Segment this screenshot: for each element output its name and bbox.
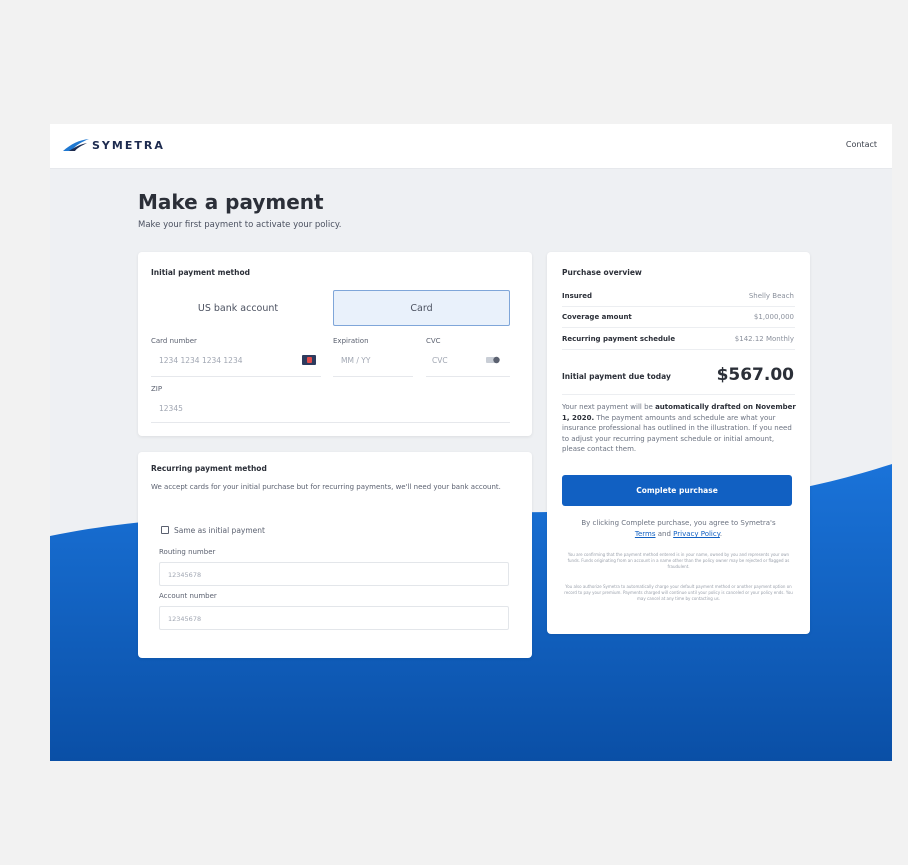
- initial-payment-title: Initial payment method: [151, 268, 250, 277]
- agreement-text: By clicking Complete purchase, you agree…: [562, 518, 795, 540]
- recurring-schedule-value: $142.12 Monthly: [734, 335, 794, 343]
- account-number-input[interactable]: 12345678: [159, 606, 509, 630]
- expiration-underline: [333, 376, 413, 377]
- expiration-input[interactable]: MM / YY: [341, 356, 370, 365]
- symetra-swoosh-icon: [63, 139, 89, 151]
- symetra-logo[interactable]: SYMETRA: [63, 138, 165, 152]
- routing-number-placeholder: 12345678: [168, 571, 202, 579]
- insured-value: Shelly Beach: [748, 292, 794, 300]
- contact-link[interactable]: Contact: [846, 140, 877, 149]
- routing-number-input[interactable]: 12345678: [159, 562, 509, 586]
- agree-suffix: .: [719, 530, 723, 538]
- recurring-payment-title: Recurring payment method: [151, 464, 267, 473]
- page-title: Make a payment: [138, 190, 324, 214]
- zip-label: ZIP: [151, 385, 163, 393]
- tab-us-bank-account[interactable]: US bank account: [148, 290, 328, 326]
- routing-number-label: Routing number: [159, 548, 216, 556]
- card-number-label: Card number: [151, 337, 197, 345]
- zip-input[interactable]: 12345: [159, 404, 183, 413]
- note-prefix: Your next payment will be: [562, 403, 656, 411]
- agree-and: and: [657, 530, 671, 538]
- coverage-amount-label: Coverage amount: [562, 313, 632, 321]
- overview-divider: [562, 327, 795, 328]
- card-brand-icon: [302, 355, 316, 365]
- brand-name: SYMETRA: [92, 138, 165, 152]
- note-suffix: The payment amounts and schedule are wha…: [562, 413, 792, 454]
- complete-purchase-button[interactable]: Complete purchase: [562, 475, 792, 506]
- privacy-policy-link[interactable]: Privacy Policy: [673, 530, 720, 538]
- recurring-schedule-label: Recurring payment schedule: [562, 335, 676, 343]
- due-today-amount: $567.00: [716, 365, 794, 385]
- cvc-card-icon: [486, 356, 500, 364]
- purchase-overview-card: Purchase overview Insured Shelly Beach C…: [547, 252, 810, 634]
- tab-card[interactable]: Card: [333, 290, 510, 326]
- account-number-label: Account number: [159, 592, 217, 600]
- coverage-amount-value: $1,000,000: [753, 313, 794, 321]
- cvc-underline: [426, 376, 510, 377]
- top-navigation-bar: SYMETRA Contact: [50, 124, 892, 169]
- overview-divider: [562, 349, 795, 350]
- overview-divider: [562, 394, 795, 395]
- fine-print-authorization: You also authorize Symetra to automatica…: [564, 584, 793, 601]
- next-payment-note: Your next payment will be automatically …: [562, 402, 798, 455]
- card-number-input[interactable]: 1234 1234 1234 1234: [159, 356, 243, 365]
- agree-prefix: By clicking Complete purchase, you agree…: [581, 519, 776, 527]
- card-number-underline: [151, 376, 321, 377]
- terms-link[interactable]: Terms: [635, 530, 656, 538]
- due-today-label: Initial payment due today: [562, 372, 671, 381]
- cvc-label: CVC: [426, 337, 441, 345]
- recurring-payment-description: We accept cards for your initial purchas…: [151, 483, 501, 491]
- same-as-initial-checkbox[interactable]: [161, 526, 169, 534]
- app-frame: SYMETRA Contact Make a payment Make your…: [50, 124, 892, 761]
- insured-label: Insured: [562, 292, 592, 300]
- recurring-payment-card: Recurring payment method We accept cards…: [138, 452, 532, 658]
- cvc-input[interactable]: CVC: [432, 356, 448, 365]
- fine-print-ownership: You are confirming that the payment meth…: [567, 552, 790, 569]
- same-as-initial-label[interactable]: Same as initial payment: [174, 526, 265, 535]
- initial-payment-card: Initial payment method US bank account C…: [138, 252, 532, 436]
- account-number-placeholder: 12345678: [168, 615, 202, 623]
- zip-underline: [151, 422, 510, 423]
- overview-divider: [562, 306, 795, 307]
- page-subtitle: Make your first payment to activate your…: [138, 220, 342, 230]
- purchase-overview-title: Purchase overview: [562, 268, 642, 277]
- expiration-label: Expiration: [333, 337, 369, 345]
